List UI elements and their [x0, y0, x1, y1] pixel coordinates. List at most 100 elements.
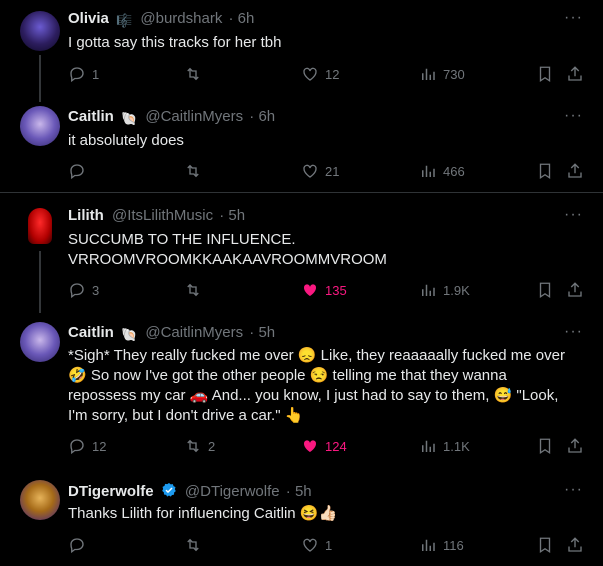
retweet-icon	[187, 164, 199, 178]
reply-count: 1	[92, 66, 100, 82]
reply-icon	[70, 67, 84, 83]
views-button[interactable]: 116	[419, 536, 464, 554]
author-handle[interactable]: @burdshark	[140, 10, 222, 27]
share-button[interactable]	[566, 162, 590, 180]
retweet-icon	[187, 439, 199, 453]
timestamp[interactable]: · 5h	[219, 207, 245, 224]
tweet-actions: 1 12 730	[68, 65, 588, 85]
share-icon	[568, 282, 582, 297]
author-name[interactable]: DTigerwolfe	[68, 483, 154, 500]
bookmark-button[interactable]	[536, 437, 560, 455]
timestamp[interactable]: · 5h	[286, 483, 312, 500]
timestamp[interactable]: · 6h	[229, 10, 255, 27]
retweet-button[interactable]: 2	[184, 437, 215, 455]
reply-button[interactable]: 12	[68, 437, 106, 455]
reply-count: 3	[92, 282, 100, 298]
view-count: 730	[443, 66, 465, 82]
bookmark-button[interactable]	[536, 536, 560, 554]
tweet-lilith[interactable]: Lilith @ItsLilithMusic · 5h ··· SUCCUMB …	[0, 193, 603, 313]
share-icon	[568, 537, 582, 552]
tweet-header: Caitlin 🐚 @CaitlinMyers · 5h	[68, 324, 275, 343]
tweet-caitlin-reply[interactable]: Caitlin 🐚 @CaitlinMyers · 6h ··· it abso…	[0, 95, 603, 192]
views-button[interactable]: 1.9K	[419, 281, 470, 299]
shell-badge-icon: 🐚	[121, 327, 138, 342]
profile-badge-icon: 🎼	[116, 13, 133, 28]
share-button[interactable]	[566, 437, 590, 455]
like-button[interactable]: 21	[301, 162, 339, 180]
share-button[interactable]	[566, 65, 590, 83]
author-name[interactable]: Caitlin	[68, 324, 114, 341]
share-button[interactable]	[566, 536, 590, 554]
retweet-button[interactable]	[184, 65, 208, 83]
views-button[interactable]: 1.1K	[419, 437, 470, 455]
tweet-dtigerwolfe[interactable]: DTigerwolfe @DTigerwolfe · 5h ··· Thanks…	[0, 468, 603, 566]
reply-button[interactable]	[68, 162, 92, 180]
like-count: 135	[325, 282, 347, 298]
retweet-icon	[187, 67, 199, 81]
retweet-button[interactable]	[184, 281, 208, 299]
view-count: 1.9K	[443, 282, 470, 298]
heart-icon	[303, 538, 317, 552]
tweet-text: Thanks Lilith for influencing Caitlin 😆👍…	[68, 505, 338, 522]
reply-icon	[70, 439, 84, 455]
like-button[interactable]: 1	[301, 536, 332, 554]
like-count: 1	[325, 537, 333, 553]
like-count: 21	[325, 163, 340, 179]
reply-button[interactable]: 3	[68, 281, 99, 299]
author-handle[interactable]: @ItsLilithMusic	[112, 207, 213, 224]
share-icon	[568, 66, 582, 81]
tweet-header: Lilith @ItsLilithMusic · 5h	[68, 207, 245, 224]
like-button[interactable]: 135	[301, 281, 347, 299]
tweet-caitlin-long[interactable]: Caitlin 🐚 @CaitlinMyers · 5h ··· *Sigh* …	[0, 308, 603, 468]
author-name[interactable]: Olivia	[68, 10, 109, 27]
reply-button[interactable]: 1	[68, 65, 99, 83]
timestamp[interactable]: · 6h	[249, 108, 275, 125]
bookmark-button[interactable]	[536, 162, 560, 180]
tweet-olivia[interactable]: Olivia 🎼 @burdshark · 6h ··· I gotta say…	[0, 0, 603, 102]
tweet-actions: 1 116	[68, 536, 588, 556]
tweet-text: SUCCUMB TO THE INFLUENCE. VRROOMVROOMKKA…	[68, 230, 583, 270]
tweet-text-line: 🤣 So now I've got the other people 😒 tel…	[68, 367, 507, 384]
bookmark-button[interactable]	[536, 65, 560, 83]
like-button[interactable]: 12	[301, 65, 339, 83]
author-handle[interactable]: @CaitlinMyers	[145, 108, 243, 125]
like-count: 12	[325, 66, 340, 82]
avatar[interactable]	[20, 11, 60, 51]
views-button[interactable]: 466	[419, 162, 465, 180]
retweet-button[interactable]	[184, 536, 208, 554]
more-options-icon[interactable]: ···	[564, 323, 583, 341]
like-button[interactable]: 124	[301, 437, 347, 455]
tweet-text: I gotta say this tracks for her tbh	[68, 34, 282, 51]
author-handle[interactable]: @DTigerwolfe	[185, 483, 280, 500]
avatar[interactable]	[20, 322, 60, 362]
author-handle[interactable]: @CaitlinMyers	[145, 324, 243, 341]
reply-icon	[70, 164, 84, 180]
bookmark-button[interactable]	[536, 281, 560, 299]
more-options-icon[interactable]: ···	[564, 481, 583, 499]
reply-button[interactable]	[68, 536, 92, 554]
more-options-icon[interactable]: ···	[564, 107, 583, 125]
retweet-button[interactable]	[184, 162, 208, 180]
heart-filled-icon	[303, 440, 317, 452]
timestamp[interactable]: · 5h	[249, 324, 275, 341]
more-options-icon[interactable]: ···	[564, 9, 583, 27]
author-name[interactable]: Caitlin	[68, 108, 114, 125]
author-name[interactable]: Lilith	[68, 207, 104, 224]
heart-icon	[303, 164, 317, 178]
views-icon	[422, 68, 435, 80]
tweet-text-line: *Sigh* They really fucked me over 😞 Like…	[68, 347, 565, 364]
avatar[interactable]	[20, 106, 60, 146]
heart-icon	[303, 67, 317, 81]
tweet-text-line: repossess my car 🚗 And... you know, I ju…	[68, 387, 559, 404]
views-button[interactable]: 730	[419, 65, 465, 83]
bookmark-icon	[539, 163, 551, 180]
share-button[interactable]	[566, 281, 590, 299]
thread-line	[39, 251, 41, 313]
avatar[interactable]	[20, 480, 60, 520]
bookmark-icon	[539, 537, 551, 554]
more-options-icon[interactable]: ···	[564, 206, 583, 224]
like-count: 124	[325, 438, 347, 454]
tweet-header: Olivia 🎼 @burdshark · 6h	[68, 10, 254, 29]
avatar[interactable]	[20, 206, 60, 246]
bookmark-icon	[539, 282, 551, 299]
